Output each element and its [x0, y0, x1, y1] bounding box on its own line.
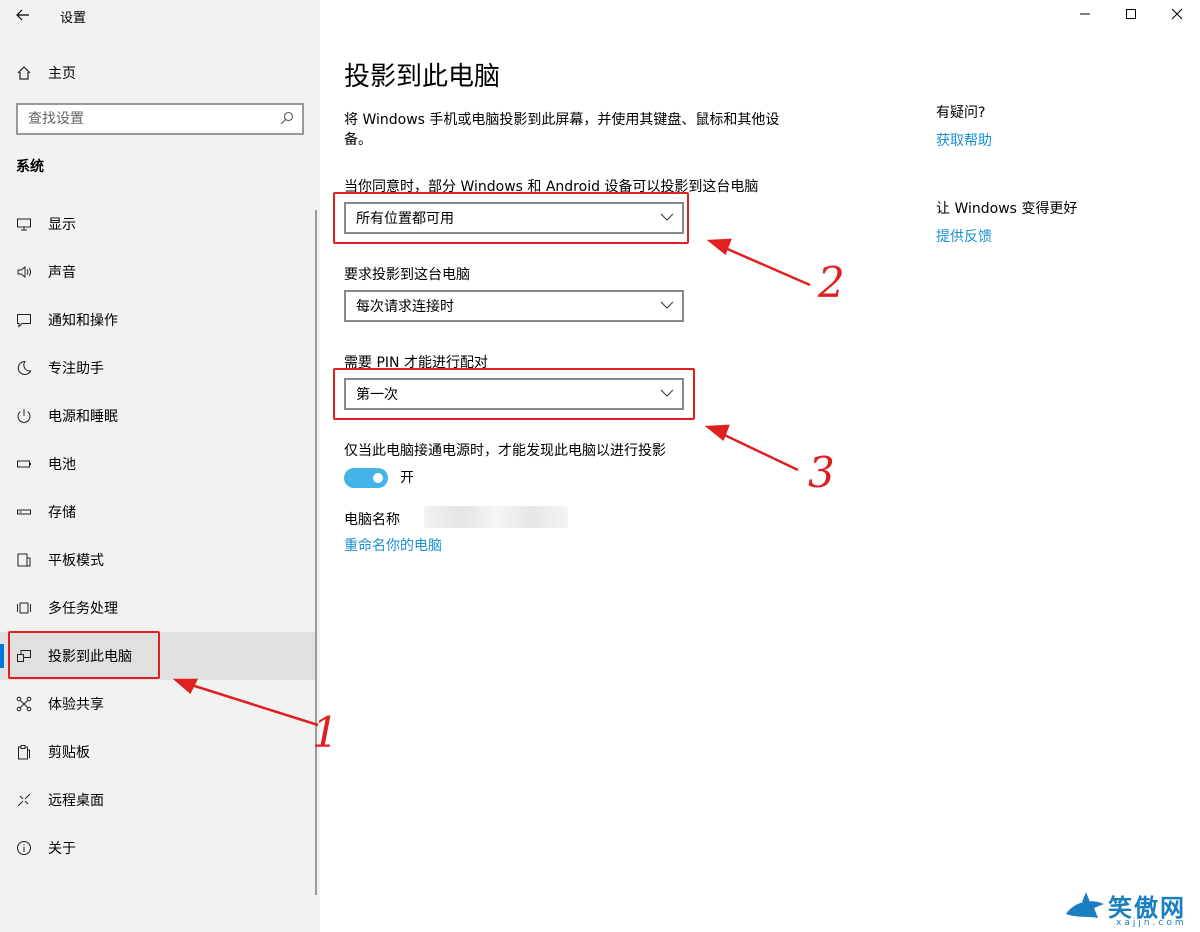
annotation-arrow-2	[706, 238, 811, 287]
search-box[interactable]	[16, 103, 304, 135]
window-controls	[1062, 0, 1200, 32]
sidebar-item-label: 电池	[48, 457, 76, 473]
sidebar-item-label: 通知和操作	[48, 313, 118, 329]
sidebar-item-label: 声音	[48, 265, 76, 281]
remote-icon	[0, 792, 48, 808]
sidebar-item-label: 关于	[48, 841, 76, 857]
sidebar-item-remote-desktop[interactable]: 远程桌面	[0, 776, 316, 824]
back-button[interactable]	[0, 0, 46, 32]
sidebar-item-battery[interactable]: 电池	[0, 440, 316, 488]
sidebar: 设置 主页 系统 显示 声音 通知和操作 专注助手	[0, 0, 320, 932]
sidebar-item-label: 体验共享	[48, 697, 104, 713]
storage-icon	[0, 504, 48, 520]
title-bar: 设置	[0, 0, 320, 32]
info-icon	[0, 840, 48, 856]
pc-name-value-redacted	[424, 506, 568, 528]
toggle-state-text: 开	[400, 470, 414, 486]
sidebar-item-label: 存储	[48, 505, 76, 521]
sidebar-item-notifications[interactable]: 通知和操作	[0, 296, 316, 344]
sidebar-item-display[interactable]: 显示	[0, 200, 316, 248]
home-icon	[0, 65, 48, 81]
annotation-number-3: 3	[808, 448, 835, 497]
close-button[interactable]	[1154, 0, 1200, 32]
annotation-number-2: 2	[818, 258, 845, 307]
display-icon	[0, 216, 48, 232]
sidebar-item-label: 显示	[48, 217, 76, 233]
sidebar-item-shared-experiences[interactable]: 体验共享	[0, 680, 316, 728]
sidebar-scrollbar[interactable]	[315, 210, 317, 895]
nav-list: 显示 声音 通知和操作 专注助手 电源和睡眠 电池 存储 平板模式 多任务处理 …	[0, 200, 316, 872]
sidebar-item-label: 剪贴板	[48, 745, 90, 761]
close-icon	[1171, 8, 1183, 24]
sidebar-item-tablet-mode[interactable]: 平板模式	[0, 536, 316, 584]
sidebar-item-multitasking[interactable]: 多任务处理	[0, 584, 316, 632]
pc-name-label: 电脑名称	[344, 512, 400, 528]
minimize-button[interactable]	[1062, 0, 1108, 32]
sidebar-item-about[interactable]: 关于	[0, 824, 316, 872]
page-description: 将 Windows 手机或电脑投影到此屏幕，并使用其键盘、鼠标和其他设备。	[344, 112, 780, 148]
share-icon	[0, 696, 48, 712]
annotation-box-3	[333, 368, 695, 420]
search-input[interactable]	[28, 111, 268, 127]
page-title: 投影到此电脑	[344, 62, 501, 92]
annotation-box-1	[8, 631, 160, 679]
minimize-icon	[1079, 8, 1091, 24]
question-title: 有疑问?	[936, 105, 986, 121]
home-label: 主页	[48, 66, 76, 82]
sidebar-item-sound[interactable]: 声音	[0, 248, 316, 296]
tablet-icon	[0, 552, 48, 568]
multitask-icon	[0, 600, 48, 616]
notification-icon	[0, 312, 48, 328]
sidebar-item-label: 远程桌面	[48, 793, 104, 809]
back-arrow-icon	[16, 7, 30, 26]
feedback-link[interactable]: 提供反馈	[936, 226, 992, 246]
annotation-number-1: 1	[312, 708, 339, 757]
sidebar-item-label: 电源和睡眠	[48, 409, 118, 425]
sidebar-item-focus-assist[interactable]: 专注助手	[0, 344, 316, 392]
power-only-toggle[interactable]	[344, 468, 388, 488]
section-heading: 系统	[16, 159, 44, 175]
app-title: 设置	[60, 10, 87, 26]
home-nav-item[interactable]: 主页	[0, 56, 320, 90]
battery-icon	[0, 456, 48, 472]
maximize-button[interactable]	[1108, 0, 1154, 32]
sidebar-item-label: 平板模式	[48, 553, 104, 569]
clipboard-icon	[0, 744, 48, 760]
moon-icon	[0, 360, 48, 376]
chevron-down-icon	[660, 298, 674, 314]
ask-to-project-value: 每次请求连接时	[356, 299, 454, 315]
watermark-subtext: xajjn.com	[1116, 918, 1187, 928]
power-icon	[0, 408, 48, 424]
sidebar-item-label: 多任务处理	[48, 601, 118, 617]
ask-to-project-label: 要求投影到这台电脑	[344, 267, 470, 283]
sidebar-item-clipboard[interactable]: 剪贴板	[0, 728, 316, 776]
ask-to-project-dropdown[interactable]: 每次请求连接时	[344, 290, 684, 322]
annotation-box-2	[333, 192, 689, 244]
improve-title: 让 Windows 变得更好	[936, 201, 1078, 217]
rename-pc-link[interactable]: 重命名你的电脑	[344, 535, 442, 555]
search-icon[interactable]	[280, 110, 294, 129]
sidebar-item-storage[interactable]: 存储	[0, 488, 316, 536]
toggle-knob	[373, 473, 383, 483]
annotation-arrow-3	[704, 424, 799, 472]
watermark-logo: 笑傲网 xajjn.com	[1064, 886, 1200, 932]
sidebar-item-power[interactable]: 电源和睡眠	[0, 392, 316, 440]
get-help-link[interactable]: 获取帮助	[936, 130, 992, 150]
sidebar-item-label: 专注助手	[48, 361, 104, 377]
sound-icon	[0, 264, 48, 280]
power-only-label: 仅当此电脑接通电源时，才能发现此电脑以进行投影	[344, 443, 666, 459]
maximize-icon	[1125, 8, 1137, 24]
